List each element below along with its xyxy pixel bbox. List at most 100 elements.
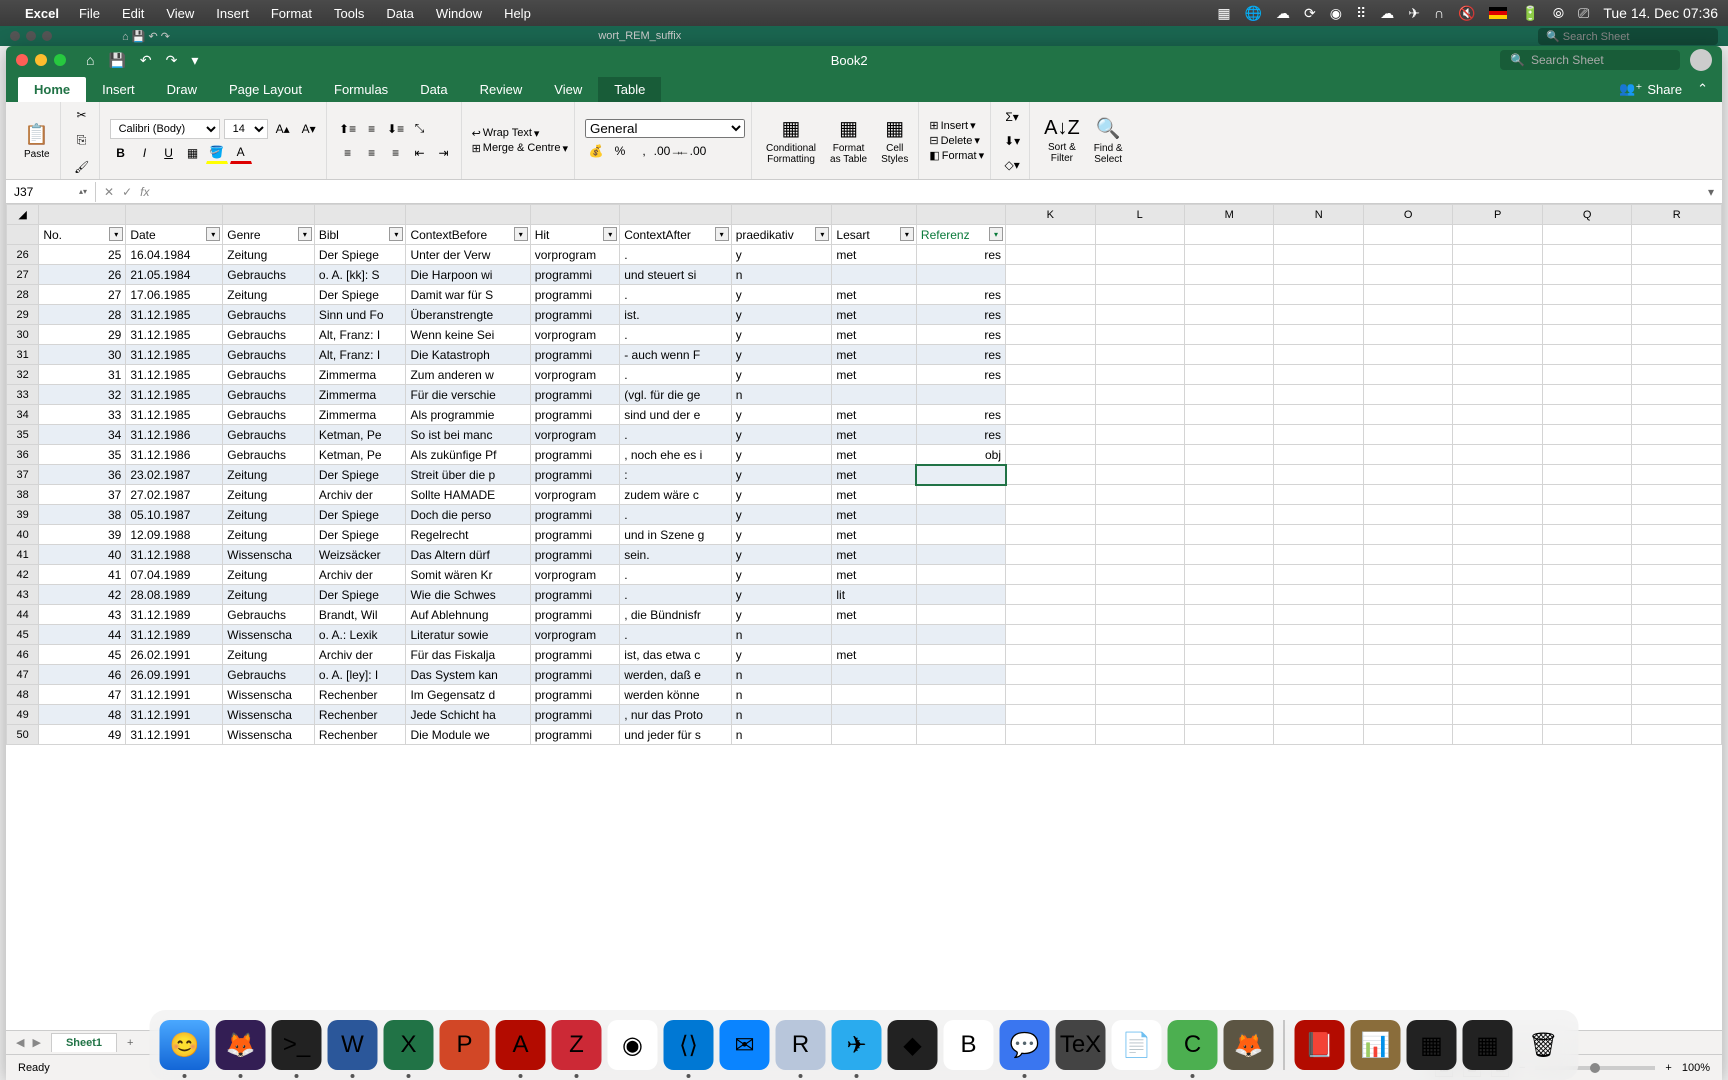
cell[interactable]: y xyxy=(731,465,832,485)
tab-review[interactable]: Review xyxy=(464,77,539,102)
cell[interactable]: y xyxy=(731,425,832,445)
cell[interactable]: Der Spiege xyxy=(314,505,406,525)
cell[interactable]: 31.12.1986 xyxy=(126,445,223,465)
number-format-select[interactable]: General xyxy=(585,119,745,138)
row-header[interactable]: 27 xyxy=(7,265,39,285)
filter-icon[interactable]: ▾ xyxy=(715,227,729,241)
cell[interactable] xyxy=(1363,545,1452,565)
cell[interactable]: obj xyxy=(916,445,1005,465)
cell[interactable]: Der Spiege xyxy=(314,585,406,605)
cell[interactable] xyxy=(916,525,1005,545)
zoom-in-button[interactable]: + xyxy=(1665,1062,1671,1074)
cell[interactable] xyxy=(1006,685,1095,705)
dock-file[interactable]: ▦ xyxy=(1407,1020,1457,1070)
cell[interactable] xyxy=(832,705,917,725)
cell[interactable] xyxy=(1542,405,1631,425)
cell[interactable] xyxy=(1363,365,1452,385)
cell[interactable] xyxy=(1363,405,1452,425)
cell[interactable] xyxy=(1274,665,1363,685)
clear-icon[interactable]: ◇▾ xyxy=(1001,154,1023,176)
cell[interactable]: Auf Ablehnung xyxy=(406,605,530,625)
cell[interactable] xyxy=(1542,365,1631,385)
cell[interactable]: met xyxy=(832,485,917,505)
cell[interactable]: und in Szene g xyxy=(620,525,731,545)
cell[interactable]: Gebrauchs xyxy=(223,325,315,345)
cancel-formula-icon[interactable]: ✕ xyxy=(104,185,114,199)
cell[interactable]: , die Bündnisfr xyxy=(620,605,731,625)
cell[interactable]: Zeitung xyxy=(223,505,315,525)
tab-view[interactable]: View xyxy=(538,77,598,102)
cell[interactable] xyxy=(1453,265,1542,285)
cell[interactable] xyxy=(1632,725,1722,745)
cell[interactable] xyxy=(1006,345,1095,365)
collapse-ribbon-icon[interactable]: ⌃ xyxy=(1697,81,1708,97)
cell[interactable] xyxy=(1095,705,1184,725)
dock-excel[interactable]: X xyxy=(384,1020,434,1070)
sheet-nav-prev-icon[interactable]: ◀ xyxy=(16,1036,24,1049)
col-header[interactable] xyxy=(406,205,530,225)
cell[interactable] xyxy=(1274,445,1363,465)
cell[interactable] xyxy=(1363,345,1452,365)
cell[interactable]: met xyxy=(832,465,917,485)
wifi-icon[interactable]: ⦾ xyxy=(1553,5,1564,22)
cell[interactable]: . xyxy=(620,505,731,525)
cell[interactable] xyxy=(1006,485,1095,505)
dock-powerpoint[interactable]: P xyxy=(440,1020,490,1070)
cell[interactable]: res xyxy=(916,405,1005,425)
row-header[interactable]: 32 xyxy=(7,365,39,385)
col-header[interactable] xyxy=(916,205,1005,225)
cell[interactable] xyxy=(1274,385,1363,405)
cell[interactable] xyxy=(1006,645,1095,665)
filter-icon[interactable]: ▾ xyxy=(514,227,528,241)
cell[interactable]: Wenn keine Sei xyxy=(406,325,530,345)
cell[interactable]: Zeitung xyxy=(223,525,315,545)
cell[interactable] xyxy=(1453,405,1542,425)
cell[interactable] xyxy=(832,265,917,285)
cell[interactable] xyxy=(1095,585,1184,605)
cell[interactable] xyxy=(1095,725,1184,745)
cell[interactable] xyxy=(1632,425,1722,445)
dock-word[interactable]: W xyxy=(328,1020,378,1070)
cell[interactable]: werden könne xyxy=(620,685,731,705)
align-top-icon[interactable]: ⬆≡ xyxy=(337,118,359,140)
cell[interactable]: y xyxy=(731,585,832,605)
cell[interactable] xyxy=(1632,625,1722,645)
cell[interactable]: 29 xyxy=(39,325,126,345)
dock-file[interactable]: 📊 xyxy=(1351,1020,1401,1070)
cell[interactable]: 31.12.1989 xyxy=(126,605,223,625)
cell[interactable]: programmi xyxy=(530,405,619,425)
cell[interactable] xyxy=(1184,585,1273,605)
minimize-button[interactable] xyxy=(35,54,47,66)
col-header[interactable] xyxy=(731,205,832,225)
cell[interactable]: Gebrauchs xyxy=(223,605,315,625)
italic-button[interactable]: I xyxy=(134,142,156,164)
filter-icon[interactable]: ▾ xyxy=(109,227,123,241)
delete-cells-button[interactable]: ⊟Delete ▾ xyxy=(929,134,980,147)
row-header[interactable] xyxy=(7,225,39,245)
cell[interactable] xyxy=(1274,545,1363,565)
cell[interactable] xyxy=(1095,425,1184,445)
cell[interactable]: 37 xyxy=(39,485,126,505)
cell[interactable] xyxy=(1632,385,1722,405)
tab-draw[interactable]: Draw xyxy=(151,77,213,102)
cell[interactable]: Für die verschie xyxy=(406,385,530,405)
cell[interactable] xyxy=(1184,325,1273,345)
cell[interactable] xyxy=(1632,485,1722,505)
cell[interactable] xyxy=(1274,245,1363,265)
cell[interactable]: vorprogram xyxy=(530,245,619,265)
menu-edit[interactable]: Edit xyxy=(122,6,144,21)
cell[interactable] xyxy=(1363,465,1452,485)
cell[interactable]: met xyxy=(832,605,917,625)
cell[interactable]: y xyxy=(731,285,832,305)
spreadsheet-grid[interactable]: ◢ K L M N O P Q R xyxy=(6,204,1722,1030)
cell[interactable] xyxy=(1095,625,1184,645)
cell[interactable]: 28 xyxy=(39,305,126,325)
cell[interactable]: 31.12.1991 xyxy=(126,725,223,745)
cell[interactable]: vorprogram xyxy=(530,625,619,645)
underline-button[interactable]: U xyxy=(158,142,180,164)
cell[interactable]: 35 xyxy=(39,445,126,465)
cell[interactable] xyxy=(916,465,1005,485)
cell[interactable]: programmi xyxy=(530,645,619,665)
cell[interactable] xyxy=(1095,465,1184,485)
tab-formulas[interactable]: Formulas xyxy=(318,77,404,102)
